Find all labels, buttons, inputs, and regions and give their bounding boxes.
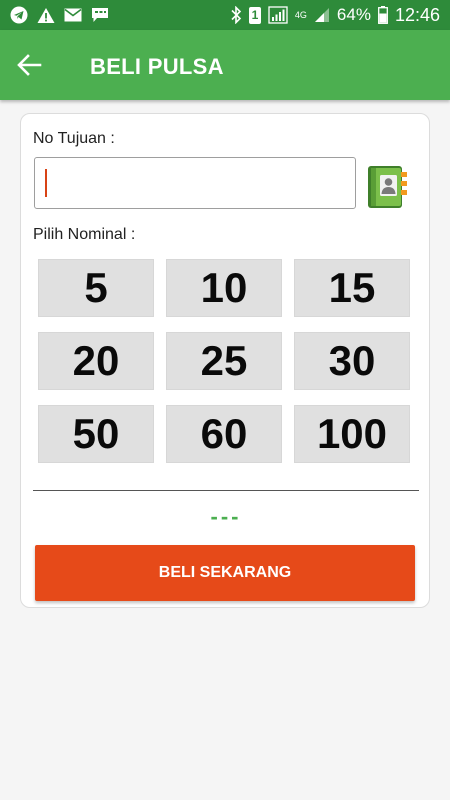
page-title: BELI PULSA [90,54,224,79]
telegram-icon [10,6,28,24]
text-cursor [45,169,47,197]
nominal-button-25[interactable]: 25 [166,332,282,390]
signal-icon [268,6,288,24]
nominal-button-100[interactable]: 100 [294,405,410,463]
nominal-button-60[interactable]: 60 [166,405,282,463]
notification-icons [10,6,109,24]
address-book-icon [368,166,407,208]
battery-percent: 64% [336,5,371,24]
nominal-button-10[interactable]: 10 [166,259,282,317]
battery-icon [378,6,388,24]
arrow-left-icon [17,54,42,76]
bluetooth-icon [231,6,242,24]
contact-picker-button[interactable] [365,164,411,210]
nominal-grid: 5 10 15 20 25 30 50 60 100 [38,259,412,463]
nominal-button-30[interactable]: 30 [294,332,410,390]
phone-number-input[interactable] [34,157,356,209]
sim-slot-badge: 1 [248,6,261,24]
system-icons: 1 4G 64% 12:46 [230,5,440,26]
clock: 12:46 [394,4,440,25]
mobile-signal-icon [314,8,329,22]
nominal-button-20[interactable]: 20 [38,332,154,390]
status-bar: 1 4G 64% 12:46 [0,0,450,30]
nominal-button-5[interactable]: 5 [38,259,154,317]
nominal-button-15[interactable]: 15 [294,259,410,317]
app-bar: BELI PULSA [0,30,450,100]
warning-icon [37,7,55,23]
nominal-label: Pilih Nominal : [33,226,136,243]
purchase-card: No Tujuan : Pilih Nominal : 5 10 15 20 2… [20,113,430,608]
chat-icon [92,8,108,22]
nominal-button-50[interactable]: 50 [38,405,154,463]
back-button[interactable] [14,50,46,80]
divider [33,490,419,491]
buy-now-button[interactable]: BELI SEKARANG [35,545,415,601]
price-display: --- [210,504,242,529]
mail-icon [64,8,82,22]
phone-label: No Tujuan : [33,130,115,147]
network-type: 4G [294,9,307,20]
